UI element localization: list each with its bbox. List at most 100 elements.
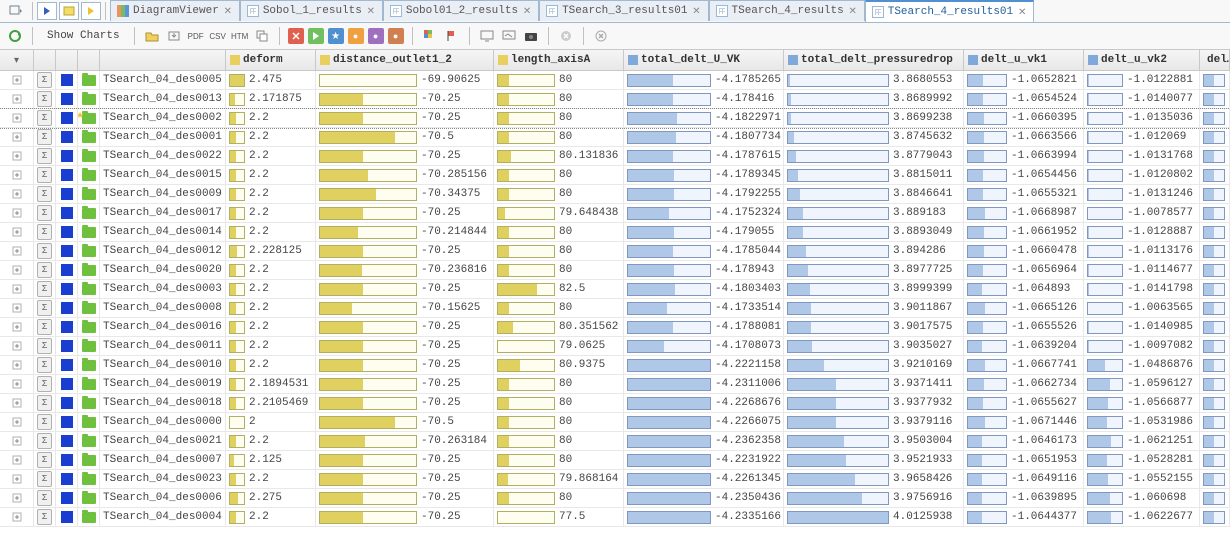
data-cell[interactable]: -70.25	[316, 90, 494, 108]
row-expand[interactable]	[0, 375, 34, 393]
data-cell[interactable]: 80	[494, 375, 624, 393]
folder-cell[interactable]	[78, 413, 100, 431]
data-cell[interactable]: -1.064893	[964, 280, 1084, 298]
data-cell[interactable]	[1200, 185, 1230, 203]
row-expand[interactable]	[0, 508, 34, 526]
column-header[interactable]	[78, 50, 100, 70]
folder-cell[interactable]: ★	[78, 109, 100, 127]
data-cell[interactable]: 79.0625	[494, 337, 624, 355]
data-cell[interactable]: -1.0131246	[1084, 185, 1200, 203]
column-header[interactable]: delt_u_vk2	[1084, 50, 1200, 70]
data-cell[interactable]: 3.889183	[784, 204, 964, 222]
column-header[interactable]	[100, 50, 226, 70]
data-cell[interactable]: -1.0651953	[964, 451, 1084, 469]
sigma-cell[interactable]: Σ	[34, 71, 56, 89]
column-header[interactable]: deform	[226, 50, 316, 70]
show-charts-label[interactable]: Show Charts	[47, 30, 120, 42]
row-expand[interactable]	[0, 356, 34, 374]
data-cell[interactable]	[1200, 299, 1230, 317]
marker-cell[interactable]	[56, 451, 78, 469]
data-cell[interactable]: -1.0655321	[964, 185, 1084, 203]
sigma-cell[interactable]: Σ	[34, 242, 56, 260]
table-row[interactable]: ΣTSearch_04_des00192.1894531-70.2580-4.2…	[0, 375, 1230, 394]
camera-icon[interactable]	[522, 27, 540, 45]
design-name-cell[interactable]: TSearch_04_des0019	[100, 375, 226, 393]
data-cell[interactable]: -70.25	[316, 280, 494, 298]
design-name-cell[interactable]: TSearch_04_des0009	[100, 185, 226, 203]
sigma-cell[interactable]: Σ	[34, 128, 56, 146]
close-icon[interactable]: ✕	[223, 6, 233, 16]
data-cell[interactable]: -70.25	[316, 356, 494, 374]
sigma-cell[interactable]: Σ	[34, 470, 56, 488]
data-cell[interactable]: -70.25	[316, 242, 494, 260]
filter-green-button[interactable]	[308, 28, 324, 44]
sigma-cell[interactable]: Σ	[34, 318, 56, 336]
row-expand[interactable]	[0, 242, 34, 260]
data-cell[interactable]	[1200, 375, 1230, 393]
data-cell[interactable]: -4.2261345	[624, 470, 784, 488]
data-cell[interactable]: -1.0122881	[1084, 71, 1200, 89]
filter-orange-button[interactable]: ●	[348, 28, 364, 44]
sigma-cell[interactable]: Σ	[34, 261, 56, 279]
data-cell[interactable]: 2.2	[226, 337, 316, 355]
marker-cell[interactable]	[56, 90, 78, 108]
data-cell[interactable]: -1.0639895	[964, 489, 1084, 507]
design-name-cell[interactable]: TSearch_04_des0005	[100, 71, 226, 89]
data-cell[interactable]: -70.5	[316, 413, 494, 431]
data-cell[interactable]: -4.1789345	[624, 166, 784, 184]
data-cell[interactable]: 2.2	[226, 204, 316, 222]
data-cell[interactable]: 80.131836	[494, 147, 624, 165]
data-cell[interactable]: -1.060698	[1084, 489, 1200, 507]
table-row[interactable]: ΣTSearch_04_des00042.2-70.2577.5-4.23351…	[0, 508, 1230, 527]
folder-cell[interactable]	[78, 90, 100, 108]
data-cell[interactable]: 80	[494, 413, 624, 431]
data-cell[interactable]: -1.0665126	[964, 299, 1084, 317]
sigma-cell[interactable]: Σ	[34, 223, 56, 241]
data-cell[interactable]: 3.9521933	[784, 451, 964, 469]
data-cell[interactable]: -1.0078577	[1084, 204, 1200, 222]
column-header[interactable]	[56, 50, 78, 70]
data-cell[interactable]: -1.0639204	[964, 337, 1084, 355]
data-cell[interactable]: -4.2231922	[624, 451, 784, 469]
design-name-cell[interactable]: TSearch_04_des0000	[100, 413, 226, 431]
data-cell[interactable]: -70.25	[316, 375, 494, 393]
row-expand[interactable]	[0, 128, 34, 146]
design-name-cell[interactable]: TSearch_04_des0002	[100, 109, 226, 127]
folder-cell[interactable]	[78, 223, 100, 241]
design-name-cell[interactable]: TSearch_04_des0022	[100, 147, 226, 165]
folder-cell[interactable]	[78, 489, 100, 507]
data-cell[interactable]: -1.0063565	[1084, 299, 1200, 317]
sigma-cell[interactable]: Σ	[34, 185, 56, 203]
sigma-cell[interactable]: Σ	[34, 280, 56, 298]
table-row[interactable]: ΣTSearch_04_des00122.228125-70.2580-4.17…	[0, 242, 1230, 261]
data-cell[interactable]: -4.178416	[624, 90, 784, 108]
folder-cell[interactable]	[78, 204, 100, 222]
marker-cell[interactable]	[56, 185, 78, 203]
sigma-cell[interactable]: Σ	[34, 337, 56, 355]
marker-cell[interactable]	[56, 470, 78, 488]
row-expand[interactable]	[0, 451, 34, 469]
refresh-button[interactable]	[6, 27, 24, 45]
column-header[interactable]: distance_outlet1_2	[316, 50, 494, 70]
data-cell[interactable]: -1.0668987	[964, 204, 1084, 222]
data-cell[interactable]: -4.1788081	[624, 318, 784, 336]
data-cell[interactable]: 3.9503004	[784, 432, 964, 450]
data-cell[interactable]: -70.15625	[316, 299, 494, 317]
data-cell[interactable]: -1.0660478	[964, 242, 1084, 260]
row-expand[interactable]	[0, 280, 34, 298]
marker-cell[interactable]	[56, 318, 78, 336]
data-cell[interactable]	[1200, 356, 1230, 374]
data-cell[interactable]: 80	[494, 242, 624, 260]
data-cell[interactable]: -1.0097082	[1084, 337, 1200, 355]
data-cell[interactable]	[1200, 394, 1230, 412]
data-cell[interactable]: -70.5	[316, 128, 494, 146]
data-cell[interactable]: 3.8815011	[784, 166, 964, 184]
data-cell[interactable]	[1200, 261, 1230, 279]
data-cell[interactable]: 3.9035027	[784, 337, 964, 355]
design-name-cell[interactable]: TSearch_04_des0020	[100, 261, 226, 279]
design-name-cell[interactable]: TSearch_04_des0017	[100, 204, 226, 222]
data-cell[interactable]: 3.9371411	[784, 375, 964, 393]
data-cell[interactable]: -70.25	[316, 489, 494, 507]
editor-tab[interactable]: TSearch_3_results01✕	[539, 0, 708, 21]
data-cell[interactable]: 80	[494, 489, 624, 507]
